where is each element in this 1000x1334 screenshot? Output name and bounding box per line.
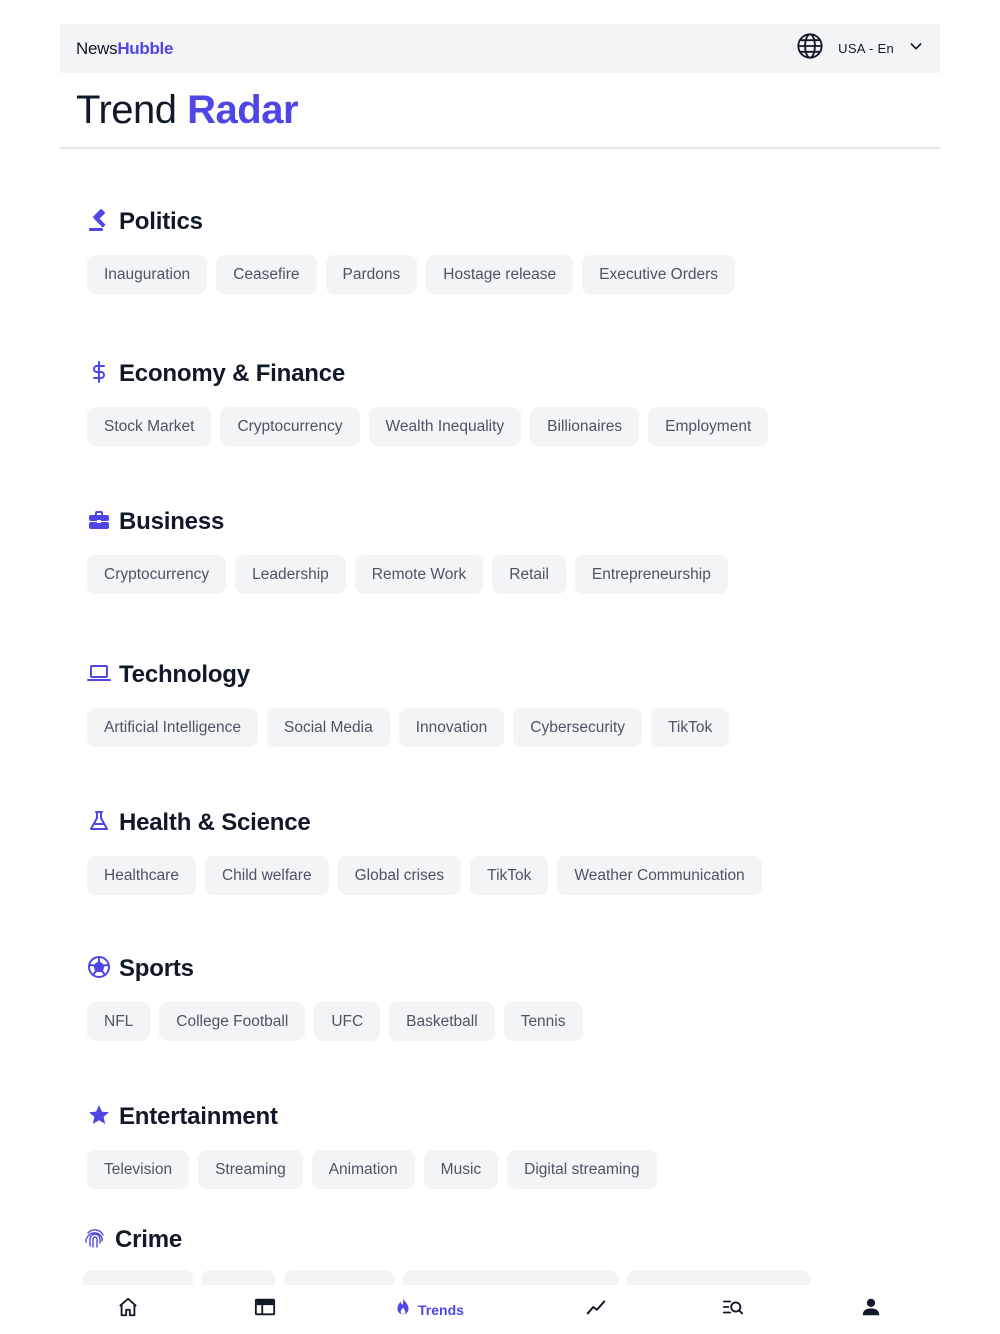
tag-chip[interactable]: Pardons (325, 255, 418, 294)
tag-chip[interactable] (202, 1270, 275, 1285)
section-title: Economy & Finance (119, 360, 345, 387)
tag-chip[interactable]: Cryptocurrency (87, 555, 227, 594)
star-icon (87, 1103, 111, 1132)
locale-selector[interactable]: USA - En (796, 32, 924, 65)
tag-chip[interactable]: Streaming (198, 1150, 303, 1189)
tag-chip[interactable] (403, 1270, 618, 1285)
tag-chip[interactable]: TikTok (651, 708, 730, 747)
page-title: Trend Radar (76, 88, 299, 133)
globe-icon (796, 32, 824, 65)
tag-chip[interactable]: Cryptocurrency (220, 407, 360, 446)
section-entertainment: Entertainment Television Streaming Anima… (87, 1101, 657, 1189)
nav-home[interactable] (117, 1285, 139, 1334)
tag-chip[interactable]: Child welfare (204, 856, 329, 895)
section-title: Health & Science (119, 809, 311, 836)
tag-chip[interactable]: Wealth Inequality (368, 407, 522, 446)
crime-chips-partial (83, 1270, 810, 1285)
gavel-icon (87, 208, 111, 237)
tag-chip[interactable]: Leadership (235, 555, 346, 594)
tag-chip[interactable]: NFL (87, 1002, 151, 1041)
section-title: Entertainment (119, 1103, 278, 1130)
tag-chip[interactable]: Employment (648, 407, 769, 446)
flask-icon (87, 809, 111, 838)
newspaper-icon (254, 1296, 276, 1323)
tag-chip[interactable]: Ceasefire (216, 255, 317, 294)
tag-chip[interactable]: Cybersecurity (513, 708, 643, 747)
section-technology: Technology Artificial Intelligence Socia… (87, 659, 730, 747)
tag-chip[interactable]: Tennis (503, 1002, 583, 1041)
nav-trends[interactable]: Trends (392, 1285, 464, 1334)
tag-chip[interactable]: Inauguration (87, 255, 208, 294)
section-business: Business Cryptocurrency Leadership Remot… (87, 506, 728, 594)
tag-chip[interactable]: Innovation (398, 708, 505, 747)
laptop-icon (87, 661, 111, 690)
page-title-part2: Radar (187, 88, 299, 132)
tag-chip[interactable]: Billionaires (530, 407, 640, 446)
page-title-part1: Trend (76, 88, 177, 132)
title-divider (60, 147, 940, 149)
logo-text-news: News (76, 38, 118, 58)
section-title: Technology (119, 661, 250, 688)
dollar-icon (87, 360, 111, 389)
tag-chip[interactable]: Global crises (337, 856, 462, 895)
tag-chip[interactable]: College Football (159, 1002, 306, 1041)
nav-trends-label: Trends (418, 1301, 464, 1318)
section-health-science: Health & Science Healthcare Child welfar… (87, 807, 762, 895)
tag-chip[interactable]: Entrepreneurship (574, 555, 728, 594)
tag-chip[interactable]: Healthcare (87, 856, 196, 895)
tag-chip[interactable]: Television (87, 1150, 190, 1189)
section-sports: Sports NFL College Football UFC Basketba… (87, 953, 583, 1041)
nav-analytics[interactable] (585, 1285, 607, 1334)
tag-chip[interactable]: Social Media (266, 708, 390, 747)
section-title: Crime (115, 1226, 183, 1253)
tag-chip[interactable]: TikTok (470, 856, 549, 895)
section-economy-finance: Economy & Finance Stock Market Cryptocur… (87, 358, 769, 446)
tag-chip[interactable]: Hostage release (426, 255, 574, 294)
nav-profile[interactable] (860, 1285, 882, 1334)
tag-chip[interactable]: Retail (492, 555, 566, 594)
logo-text-hubble: Hubble (117, 38, 174, 58)
tag-chip[interactable]: Stock Market (87, 407, 212, 446)
tag-chip[interactable] (83, 1270, 193, 1285)
section-title: Politics (119, 208, 203, 235)
tag-chip[interactable] (627, 1270, 810, 1285)
ball-icon (87, 955, 111, 984)
tag-chip[interactable]: Remote Work (354, 555, 484, 594)
tag-chip[interactable]: Executive Orders (582, 255, 736, 294)
nav-news[interactable] (254, 1285, 276, 1334)
home-icon (117, 1296, 139, 1323)
trend-sections: Politics Inauguration Ceasefire Pardons … (0, 150, 1000, 1285)
briefcase-icon (87, 508, 111, 537)
trend-line-icon (585, 1296, 607, 1323)
bottom-nav: Trends (0, 1285, 1000, 1334)
fire-icon (392, 1296, 414, 1323)
chevron-down-icon (908, 38, 924, 59)
tag-chip[interactable]: Animation (311, 1150, 415, 1189)
nav-search[interactable] (722, 1285, 744, 1334)
search-list-icon (722, 1296, 744, 1323)
section-politics: Politics Inauguration Ceasefire Pardons … (87, 206, 736, 294)
locale-label: USA - En (838, 41, 894, 56)
section-title: Business (119, 508, 225, 535)
logo[interactable]: NewsHubble (76, 39, 173, 59)
user-icon (860, 1296, 882, 1323)
top-bar: NewsHubble USA - En (60, 24, 940, 73)
fingerprint-icon (83, 1226, 107, 1255)
tag-chip[interactable]: Music (423, 1150, 499, 1189)
section-title: Sports (119, 955, 194, 982)
section-crime: Crime (83, 1224, 810, 1285)
tag-chip[interactable]: Artificial Intelligence (87, 708, 258, 747)
tag-chip[interactable]: Weather Communication (557, 856, 762, 895)
tag-chip[interactable]: Digital streaming (507, 1150, 657, 1189)
tag-chip[interactable] (284, 1270, 394, 1285)
tag-chip[interactable]: Basketball (389, 1002, 495, 1041)
tag-chip[interactable]: UFC (314, 1002, 381, 1041)
